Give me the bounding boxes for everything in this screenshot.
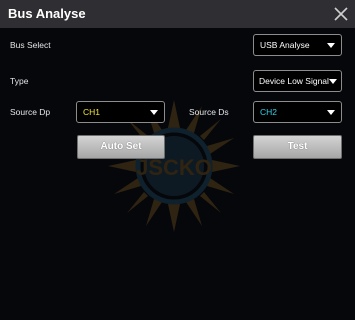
- type-value: Device Low Signal: [259, 76, 329, 86]
- source-ds-value: CH2: [260, 107, 278, 117]
- source-dp-dropdown[interactable]: CH1: [76, 101, 165, 123]
- bus-select-dropdown[interactable]: USB Analyse: [253, 34, 342, 56]
- source-dp-value: CH1: [83, 107, 101, 117]
- chevron-down-icon: [329, 79, 337, 84]
- bus-select-label: Bus Select: [10, 40, 51, 50]
- close-icon: [334, 7, 348, 21]
- type-label: Type: [10, 76, 29, 86]
- bus-select-value: USB Analyse: [260, 40, 310, 50]
- test-button[interactable]: Test: [253, 135, 342, 159]
- chevron-down-icon: [327, 43, 335, 48]
- chevron-down-icon: [327, 110, 335, 115]
- dialog-title: Bus Analyse: [8, 6, 86, 21]
- source-dp-label: Source Dp: [10, 107, 51, 117]
- source-ds-label: Source Ds: [189, 107, 229, 117]
- title-bar: Bus Analyse: [0, 0, 355, 28]
- source-ds-dropdown[interactable]: CH2: [253, 101, 342, 123]
- chevron-down-icon: [150, 110, 158, 115]
- close-button[interactable]: [331, 4, 351, 24]
- type-dropdown[interactable]: Device Low Signal: [253, 70, 342, 92]
- auto-set-button[interactable]: Auto Set: [77, 135, 165, 159]
